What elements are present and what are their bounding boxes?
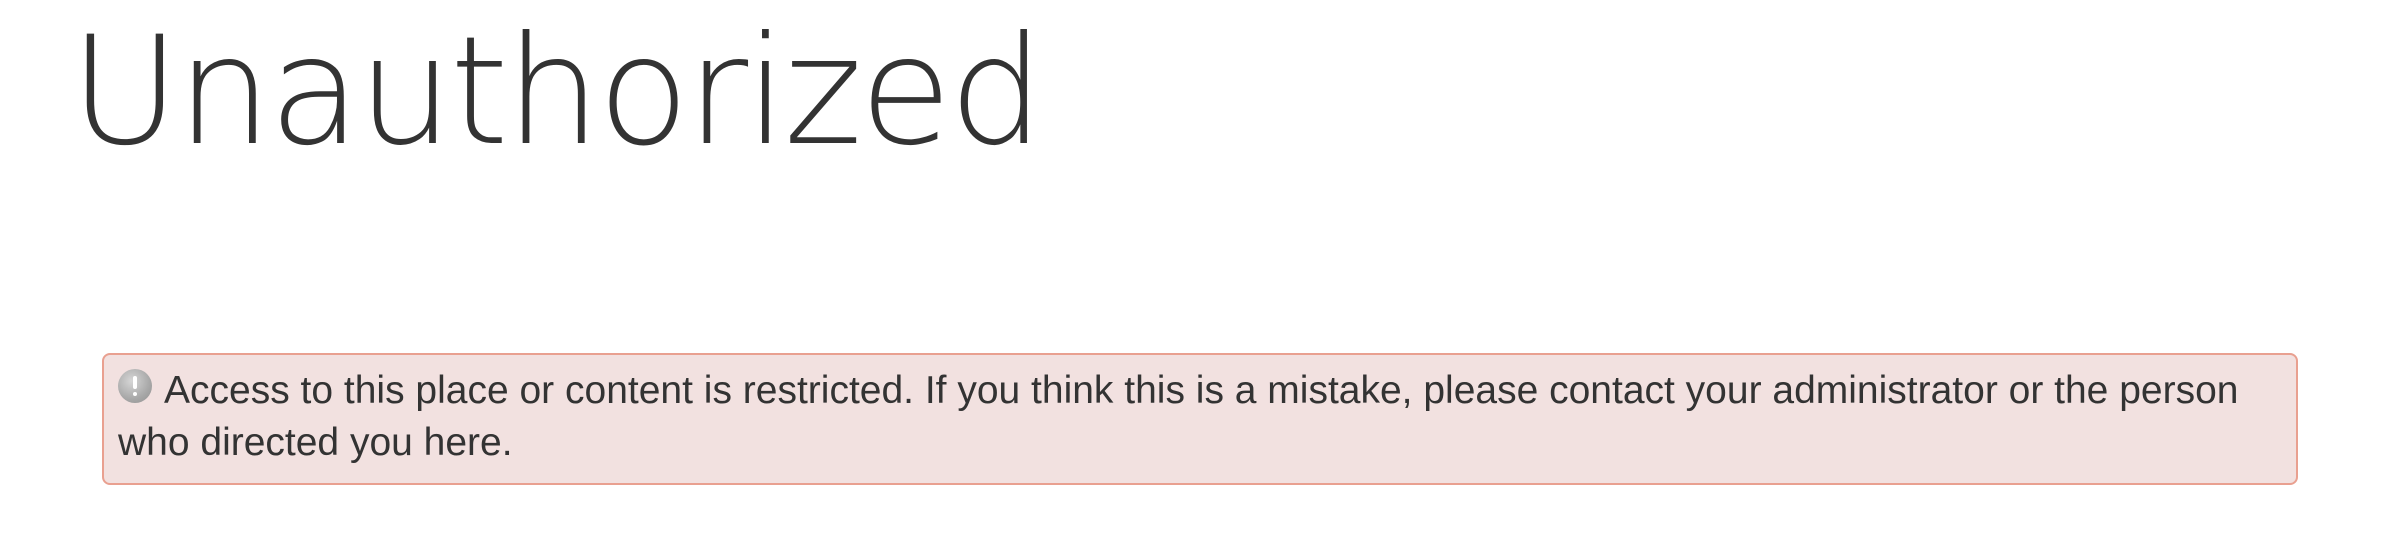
alert-message: Access to this place or content is restr… — [118, 369, 2239, 464]
access-restricted-alert: Access to this place or content is restr… — [102, 353, 2298, 485]
alert-body: Access to this place or content is restr… — [118, 365, 2282, 469]
page-title: Unauthorized — [70, 5, 1044, 179]
warning-icon — [118, 369, 152, 403]
